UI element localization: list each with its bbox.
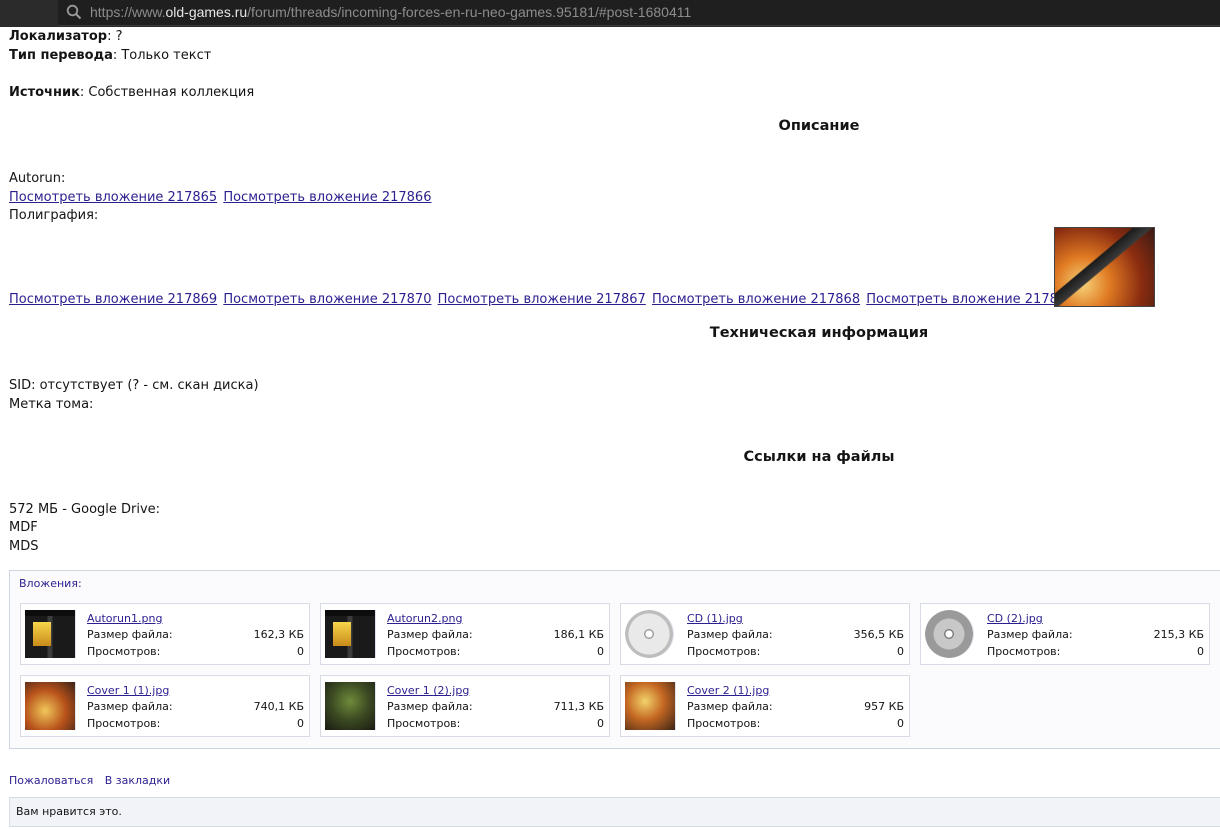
source-line: Источник: Собственная коллекция bbox=[9, 85, 254, 100]
autorun-links: Посмотреть вложение 217865 Посмотреть вл… bbox=[9, 190, 431, 205]
volume-label-line: Метка тома: bbox=[9, 397, 94, 412]
views-value: 0 bbox=[297, 717, 304, 730]
file-size-label: Размер файла: bbox=[387, 700, 473, 713]
bookmark-link[interactable]: В закладки bbox=[105, 774, 170, 787]
attachments-title: Вложения: bbox=[19, 577, 82, 590]
sid-line: SID: отсутствует (? - см. скан диска) bbox=[9, 378, 259, 393]
file-size-label: Размер файла: bbox=[387, 628, 473, 641]
translation-label: Тип перевода bbox=[9, 48, 113, 63]
attachments-panel: Вложения: Autorun1.png Размер файла: 162… bbox=[9, 570, 1220, 749]
attachment-thumbnail[interactable] bbox=[325, 610, 376, 658]
attachment-link-217866[interactable]: Посмотреть вложение 217866 bbox=[223, 190, 431, 205]
search-icon bbox=[66, 4, 82, 20]
views-label: Просмотров: bbox=[87, 717, 161, 730]
views-value: 0 bbox=[597, 645, 604, 658]
attachment-thumbnail[interactable] bbox=[925, 610, 974, 658]
file-size-value: 356,5 КБ bbox=[853, 628, 904, 641]
attachment-link-217869[interactable]: Посмотреть вложение 217869 bbox=[9, 292, 217, 307]
attachment-thumbnail[interactable] bbox=[625, 682, 676, 730]
polygraphy-label: Полиграфия: bbox=[9, 208, 99, 223]
file-size-value: 740,1 КБ bbox=[253, 700, 304, 713]
file-mdf: MDF bbox=[9, 520, 38, 535]
attachment-link-217870[interactable]: Посмотреть вложение 217870 bbox=[223, 292, 431, 307]
views-label: Просмотров: bbox=[687, 717, 761, 730]
translation-value: : Только текст bbox=[112, 48, 212, 63]
attachment-name[interactable]: Cover 1 (1).jpg bbox=[87, 684, 169, 697]
heading-tech-info: Техническая информация bbox=[709, 325, 929, 341]
file-size-value: 215,3 КБ bbox=[1153, 628, 1204, 641]
likes-text: Вам нравится это. bbox=[16, 805, 122, 818]
attachment-item[interactable]: CD (1).jpg Размер файла: 356,5 КБ Просмо… bbox=[620, 603, 910, 665]
views-value: 0 bbox=[1197, 645, 1204, 658]
attachment-item[interactable]: Autorun1.png Размер файла: 162,3 КБ Прос… bbox=[20, 603, 310, 665]
attachment-name[interactable]: Autorun2.png bbox=[387, 612, 462, 625]
file-size-label: Размер файла: bbox=[87, 628, 173, 641]
polygraphy-links: Посмотреть вложение 217869 Посмотреть вл… bbox=[9, 292, 1074, 307]
views-label: Просмотров: bbox=[987, 645, 1061, 658]
localizer-value: : ? bbox=[107, 29, 123, 44]
url-prefix: https://www. bbox=[90, 4, 166, 20]
heading-description: Описание bbox=[778, 118, 860, 134]
file-size-label: Размер файла: bbox=[87, 700, 173, 713]
attachment-name[interactable]: Cover 2 (1).jpg bbox=[687, 684, 769, 697]
localizer-line: Локализатор: ? bbox=[9, 29, 122, 44]
attachment-thumbnail[interactable] bbox=[625, 610, 674, 658]
views-value: 0 bbox=[897, 717, 904, 730]
post-actions: Пожаловаться В закладки bbox=[9, 774, 178, 787]
heading-file-links: Ссылки на файлы bbox=[743, 449, 895, 465]
localizer-label: Локализатор bbox=[9, 29, 108, 44]
attachment-link-217871[interactable]: Посмотреть вложение 217871 bbox=[866, 292, 1074, 307]
attachment-name[interactable]: Cover 1 (2).jpg bbox=[387, 684, 469, 697]
source-value: : Собственная коллекция bbox=[79, 85, 255, 100]
cover-inline-image[interactable] bbox=[1054, 227, 1155, 307]
attachment-link-217865[interactable]: Посмотреть вложение 217865 bbox=[9, 190, 217, 205]
report-link[interactable]: Пожаловаться bbox=[9, 774, 93, 787]
address-bar[interactable]: https://www.old-games.ru/forum/threads/i… bbox=[58, 0, 1220, 26]
views-value: 0 bbox=[897, 645, 904, 658]
attachment-item[interactable]: Cover 2 (1).jpg Размер файла: 957 КБ Про… bbox=[620, 675, 910, 737]
size-line: 572 МБ - Google Drive: bbox=[9, 502, 161, 517]
url-domain: old-games.ru bbox=[165, 4, 248, 20]
autorun-label: Autorun: bbox=[9, 171, 66, 186]
views-value: 0 bbox=[297, 645, 304, 658]
attachment-link-217868[interactable]: Посмотреть вложение 217868 bbox=[652, 292, 860, 307]
views-label: Просмотров: bbox=[687, 645, 761, 658]
file-size-value: 186,1 КБ bbox=[553, 628, 604, 641]
attachment-name[interactable]: CD (1).jpg bbox=[687, 612, 743, 625]
views-value: 0 bbox=[597, 717, 604, 730]
attachment-thumbnail[interactable] bbox=[25, 682, 76, 730]
file-size-label: Размер файла: bbox=[987, 628, 1073, 641]
file-size-value: 711,3 КБ bbox=[553, 700, 604, 713]
views-label: Просмотров: bbox=[387, 645, 461, 658]
file-size-value: 957 КБ bbox=[864, 700, 904, 713]
attachment-item[interactable]: Autorun2.png Размер файла: 186,1 КБ Прос… bbox=[320, 603, 610, 665]
url-text[interactable]: https://www.old-games.ru/forum/threads/i… bbox=[90, 4, 691, 20]
source-label: Источник bbox=[9, 85, 80, 100]
views-label: Просмотров: bbox=[87, 645, 161, 658]
attachment-name[interactable]: CD (2).jpg bbox=[987, 612, 1043, 625]
attachment-link-217867[interactable]: Посмотреть вложение 217867 bbox=[438, 292, 646, 307]
views-label: Просмотров: bbox=[387, 717, 461, 730]
attachment-name[interactable]: Autorun1.png bbox=[87, 612, 162, 625]
browser-toolbar: https://www.old-games.ru/forum/threads/i… bbox=[0, 0, 1220, 27]
attachment-thumbnail[interactable] bbox=[325, 682, 376, 730]
attachment-thumbnail[interactable] bbox=[25, 610, 76, 658]
translation-line: Тип перевода: Только текст bbox=[9, 48, 211, 63]
likes-summary: Вам нравится это. bbox=[9, 797, 1220, 827]
url-path: /forum/threads/incoming-forces-en-ru-neo… bbox=[247, 4, 692, 20]
attachment-item[interactable]: Cover 1 (2).jpg Размер файла: 711,3 КБ П… bbox=[320, 675, 610, 737]
file-size-value: 162,3 КБ bbox=[253, 628, 304, 641]
file-size-label: Размер файла: bbox=[687, 700, 773, 713]
attachment-item[interactable]: Cover 1 (1).jpg Размер файла: 740,1 КБ П… bbox=[20, 675, 310, 737]
file-size-label: Размер файла: bbox=[687, 628, 773, 641]
file-mds: MDS bbox=[9, 539, 39, 554]
attachment-item[interactable]: CD (2).jpg Размер файла: 215,3 КБ Просмо… bbox=[920, 603, 1210, 665]
